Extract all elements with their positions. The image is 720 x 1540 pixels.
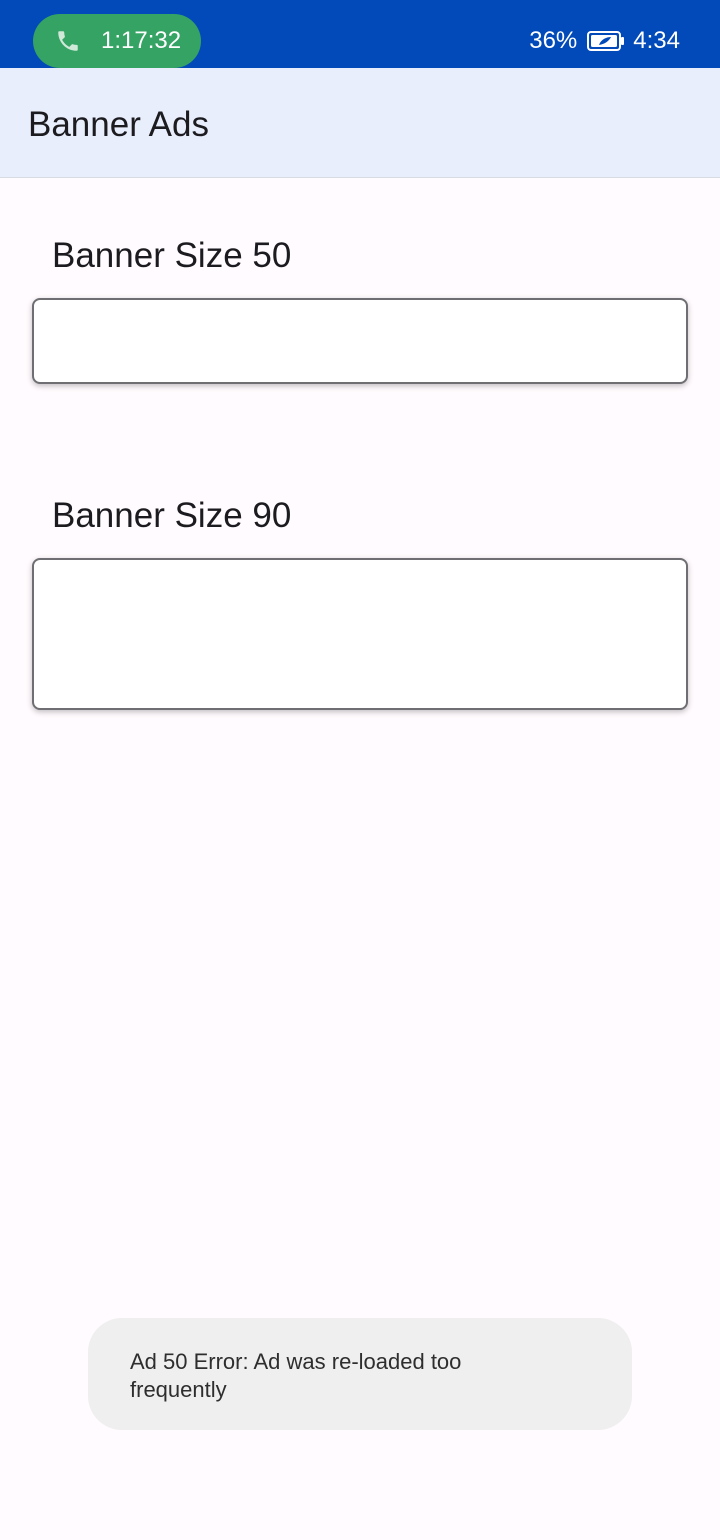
banner-50-ad-slot[interactable] (32, 298, 688, 384)
call-timer: 1:17:32 (101, 27, 182, 54)
toast-text: Ad 50 Error: Ad was re-loaded too freque… (130, 1349, 462, 1402)
app-bar: Banner Ads (0, 68, 720, 178)
banner-90-ad-slot[interactable] (32, 558, 688, 710)
ongoing-call-chip[interactable]: 1:17:32 (33, 14, 201, 68)
banner-50-label: Banner Size 50 (52, 236, 292, 275)
status-bar: 1:17:32 36% 4:34 (0, 0, 720, 68)
status-indicators: 36% 4:34 (529, 27, 680, 55)
banner-90-label: Banner Size 90 (52, 496, 292, 535)
page-title: Banner Ads (28, 105, 209, 144)
phone-icon (58, 31, 78, 51)
battery-icon (587, 31, 625, 51)
clock: 4:34 (633, 27, 680, 54)
toast-message: Ad 50 Error: Ad was re-loaded too freque… (88, 1318, 632, 1430)
battery-percent: 36% (529, 27, 578, 54)
